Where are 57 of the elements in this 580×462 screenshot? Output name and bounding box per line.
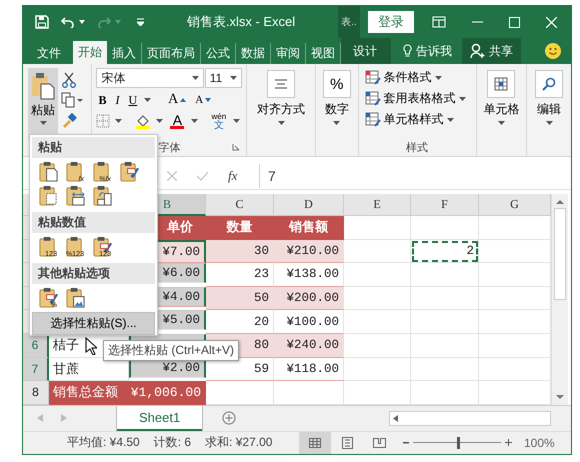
- tooltip: 选择性粘贴 (Ctrl+Alt+V): [103, 340, 240, 361]
- alignment-button[interactable]: 对齐方式: [251, 68, 311, 127]
- status-text: 平均值: ¥4.50: [67, 434, 140, 452]
- table-cell: 销售额: [274, 216, 344, 240]
- table-cell: 30: [206, 240, 274, 264]
- table-cell: ¥118.00: [274, 358, 344, 382]
- phonetic-button[interactable]: wén 文: [209, 112, 228, 130]
- table-cell: ¥210.00: [274, 240, 344, 264]
- column-header[interactable]: G: [479, 194, 551, 216]
- font-name-dropdown[interactable]: 宋体: [96, 68, 204, 88]
- increase-font-button[interactable]: A: [166, 92, 188, 108]
- tell-me-button[interactable]: 告诉我: [391, 38, 462, 64]
- column-header[interactable]: F: [411, 194, 479, 216]
- menu-section-heading: 粘贴: [32, 137, 155, 158]
- number-button[interactable]: % 数字: [320, 68, 354, 127]
- font-color-button[interactable]: A: [168, 114, 186, 128]
- table-cell: 数量: [206, 216, 274, 240]
- group-label: 样式: [405, 141, 430, 156]
- menu-section-heading: 粘贴数值: [32, 212, 155, 233]
- paste-button[interactable]: 粘贴: [28, 68, 58, 140]
- row-header[interactable]: 8: [23, 381, 49, 405]
- italic-button[interactable]: I: [113, 92, 122, 108]
- decrease-font-button[interactable]: A: [193, 94, 214, 106]
- status-text: 求和: ¥27.00: [205, 434, 272, 452]
- styles-menu-button[interactable]: 套用表格格式: [362, 89, 472, 108]
- status-text: 计数: 6: [154, 434, 192, 452]
- table-cell: 50: [206, 286, 274, 310]
- table-cell: ¥200.00: [274, 286, 344, 310]
- group-label: 字体: [158, 142, 180, 154]
- column-header[interactable]: D: [274, 194, 344, 216]
- menu-section-heading: 其他粘贴选项: [32, 263, 155, 284]
- column-header[interactable]: C: [206, 194, 274, 216]
- ribbon-tab[interactable]: 开始: [73, 41, 107, 64]
- table-cell: ¥1,006.00: [129, 381, 206, 405]
- bold-button[interactable]: B: [96, 92, 108, 108]
- table-cell: 销售总金额: [49, 381, 129, 405]
- cells-button[interactable]: 单元格: [480, 68, 522, 127]
- share-button[interactable]: 共享: [462, 38, 521, 64]
- font-size-dropdown[interactable]: 11: [204, 68, 242, 88]
- row-header[interactable]: 7: [23, 358, 49, 382]
- insert-function-button[interactable]: fx: [228, 168, 238, 184]
- zoom-level[interactable]: 100%: [524, 436, 555, 450]
- column-header[interactable]: E: [344, 194, 411, 216]
- sheet-tab[interactable]: Sheet1: [117, 406, 202, 431]
- styles-menu-button[interactable]: 单元格样式: [362, 110, 472, 129]
- context-tab-label: 表..: [338, 6, 360, 38]
- window-title: 销售表.xlsx - Excel: [186, 13, 296, 31]
- styles-menu-button[interactable]: 条件格式: [362, 68, 472, 87]
- paste-special-item[interactable]: 选择性粘贴(S)...: [32, 312, 155, 335]
- sign-in-button[interactable]: 登录: [368, 11, 414, 33]
- formula-input[interactable]: 7: [259, 164, 571, 188]
- ribbon-tab[interactable]: 文件: [23, 43, 73, 64]
- editing-button[interactable]: 编辑: [531, 68, 567, 127]
- underline-button[interactable]: U: [126, 92, 140, 108]
- ribbon-tab[interactable]: 设计: [341, 38, 391, 64]
- table-cell: 2: [411, 240, 479, 264]
- table-cell: ¥240.00: [274, 334, 344, 358]
